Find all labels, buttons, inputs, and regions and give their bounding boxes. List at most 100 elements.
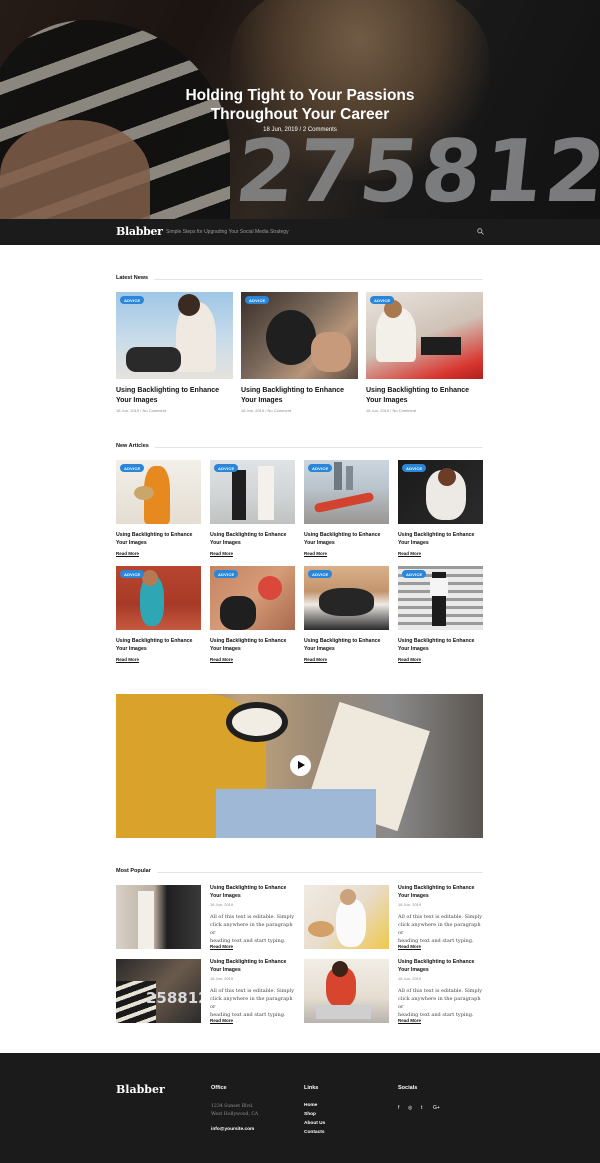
article-card[interactable]: ADVICE Using Backlighting to Enhance You… xyxy=(304,566,389,666)
latest-news-heading: Latest News xyxy=(116,275,483,283)
category-badge[interactable]: ADVICE xyxy=(120,570,145,578)
read-more-link[interactable]: Read More xyxy=(210,1018,233,1023)
card-title[interactable]: Using Backlighting to Enhance Your Image… xyxy=(210,638,286,653)
section-title: Most Popular xyxy=(116,868,157,874)
play-icon[interactable] xyxy=(290,755,311,776)
card-title[interactable]: Using Backlighting to Enhance Your Image… xyxy=(398,885,474,900)
card-title-line: Using Backlighting to Enhance xyxy=(210,959,287,965)
instagram-icon[interactable]: ◎ xyxy=(408,1105,412,1111)
popular-item[interactable]: Using Backlighting to Enhance Your Image… xyxy=(304,959,484,1027)
read-more-link[interactable]: Read More xyxy=(304,551,327,556)
read-more-link[interactable]: Read More xyxy=(116,551,139,556)
image-hat xyxy=(308,921,334,937)
card-image[interactable]: 258812 xyxy=(116,959,201,1023)
card-title-line: Your Images xyxy=(304,645,335,652)
card-title-line: Your Images xyxy=(366,396,408,404)
footer-email-link[interactable]: info@yoursite.com xyxy=(211,1127,254,1132)
card-title[interactable]: Using Backlighting to Enhance Your Image… xyxy=(116,532,192,547)
article-card[interactable]: ADVICE Using Backlighting to Enhance You… xyxy=(116,460,201,560)
footer-link-about[interactable]: About Us xyxy=(304,1121,325,1126)
category-badge[interactable]: ADVICE xyxy=(402,464,427,472)
article-card[interactable]: ADVICE Using Backlighting to Enhance You… xyxy=(210,460,295,560)
article-card[interactable]: ADVICE Using Backlighting to Enhance You… xyxy=(210,566,295,666)
article-card[interactable]: ADVICE Using Backlighting to Enhance You… xyxy=(116,566,201,666)
google-plus-icon[interactable]: G+ xyxy=(433,1105,440,1111)
card-title[interactable]: Using Backlighting to Enhance Your Image… xyxy=(366,386,469,405)
card-title[interactable]: Using Backlighting to Enhance Your Image… xyxy=(398,532,474,547)
card-title[interactable]: Using Backlighting to Enhance Your Image… xyxy=(304,638,380,653)
article-card[interactable]: ADVICE Using Backlighting to Enhance You… xyxy=(304,460,389,560)
read-more-link[interactable]: Read More xyxy=(210,551,233,556)
search-icon[interactable] xyxy=(477,228,484,235)
card-title[interactable]: Using Backlighting to Enhance Your Image… xyxy=(241,386,344,405)
popular-item[interactable]: 258812 Using Backlighting to Enhance You… xyxy=(116,959,296,1027)
read-more-link[interactable]: Read More xyxy=(304,657,327,662)
card-title-line: Using Backlighting to Enhance xyxy=(398,532,475,538)
image-figure-head xyxy=(142,570,158,586)
card-title-line: Your Images xyxy=(210,539,241,546)
card-title[interactable]: Using Backlighting to Enhance Your Image… xyxy=(116,386,219,405)
latest-news-card[interactable]: ADVICE Using Backlighting to Enhance You… xyxy=(366,292,483,417)
card-title[interactable]: Using Backlighting to Enhance Your Image… xyxy=(398,959,474,974)
card-image[interactable] xyxy=(304,885,389,949)
card-excerpt: All of this text is editable. Simply cli… xyxy=(210,913,296,945)
card-image[interactable] xyxy=(304,959,389,1023)
excerpt-line: All of this text is editable. Simply xyxy=(210,914,295,920)
footer-link-contacts[interactable]: Contacts xyxy=(304,1130,325,1135)
category-badge[interactable]: ADVICE xyxy=(402,570,427,578)
card-title-line: Using Backlighting to Enhance xyxy=(366,387,470,394)
category-badge[interactable]: ADVICE xyxy=(214,570,239,578)
latest-news-card[interactable]: ADVICE Using Backlighting to Enhance You… xyxy=(241,292,358,417)
card-title-line: Using Backlighting to Enhance xyxy=(210,885,287,891)
card-image[interactable] xyxy=(116,292,233,379)
excerpt-line: All of this text is editable. Simply xyxy=(398,988,483,994)
footer-logo[interactable]: Blabber xyxy=(116,1083,165,1096)
image-figure-head xyxy=(438,468,456,486)
card-title-line: Using Backlighting to Enhance xyxy=(116,532,193,538)
card-title-line: Your Images xyxy=(241,396,283,404)
read-more-link[interactable]: Read More xyxy=(210,657,233,662)
card-title-line: Your Images xyxy=(398,966,429,973)
category-badge[interactable]: ADVICE xyxy=(245,296,270,304)
read-more-link[interactable]: Read More xyxy=(398,551,421,556)
twitter-icon[interactable]: t xyxy=(421,1105,422,1111)
footer-link-shop[interactable]: Shop xyxy=(304,1112,316,1117)
read-more-link[interactable]: Read More xyxy=(398,657,421,662)
hero-banner[interactable]: 275812 Holding Tight to Your Passions Th… xyxy=(0,0,600,219)
category-badge[interactable]: ADVICE xyxy=(214,464,239,472)
article-card[interactable]: ADVICE Using Backlighting to Enhance You… xyxy=(398,460,483,560)
card-title[interactable]: Using Backlighting to Enhance Your Image… xyxy=(304,532,380,547)
site-logo[interactable]: Blabber xyxy=(116,225,163,238)
card-image[interactable] xyxy=(241,292,358,379)
category-badge[interactable]: ADVICE xyxy=(120,296,145,304)
card-title[interactable]: Using Backlighting to Enhance Your Image… xyxy=(210,885,286,900)
facebook-icon[interactable]: f xyxy=(398,1105,399,1111)
hero-title[interactable]: Holding Tight to Your Passions Throughou… xyxy=(0,86,600,124)
read-more-link[interactable]: Read More xyxy=(116,657,139,662)
popular-item[interactable]: Using Backlighting to Enhance Your Image… xyxy=(304,885,484,953)
popular-item[interactable]: Using Backlighting to Enhance Your Image… xyxy=(116,885,296,953)
card-image[interactable] xyxy=(366,292,483,379)
card-title-line: Using Backlighting to Enhance xyxy=(241,387,345,394)
category-badge[interactable]: ADVICE xyxy=(308,464,333,472)
read-more-link[interactable]: Read More xyxy=(398,1018,421,1023)
category-badge[interactable]: ADVICE xyxy=(370,296,395,304)
image-figure xyxy=(258,466,274,520)
card-title-line: Using Backlighting to Enhance xyxy=(398,638,475,644)
card-meta: 18 Jun, 2019 / No Comment xyxy=(366,408,417,413)
read-more-link[interactable]: Read More xyxy=(398,944,421,949)
card-title-line: Using Backlighting to Enhance xyxy=(398,885,475,891)
read-more-link[interactable]: Read More xyxy=(210,944,233,949)
category-badge[interactable]: ADVICE xyxy=(120,464,145,472)
footer-link-home[interactable]: Home xyxy=(304,1103,317,1108)
card-image[interactable] xyxy=(116,885,201,949)
card-title[interactable]: Using Backlighting to Enhance Your Image… xyxy=(210,532,286,547)
card-title[interactable]: Using Backlighting to Enhance Your Image… xyxy=(398,638,474,653)
latest-news-card[interactable]: ADVICE Using Backlighting to Enhance You… xyxy=(116,292,233,417)
excerpt-line: All of this text is editable. Simply xyxy=(210,988,295,994)
article-card[interactable]: ADVICE Using Backlighting to Enhance You… xyxy=(398,566,483,666)
card-title[interactable]: Using Backlighting to Enhance Your Image… xyxy=(210,959,286,974)
category-badge[interactable]: ADVICE xyxy=(308,570,333,578)
image-scooter xyxy=(266,310,316,365)
card-title[interactable]: Using Backlighting to Enhance Your Image… xyxy=(116,638,192,653)
